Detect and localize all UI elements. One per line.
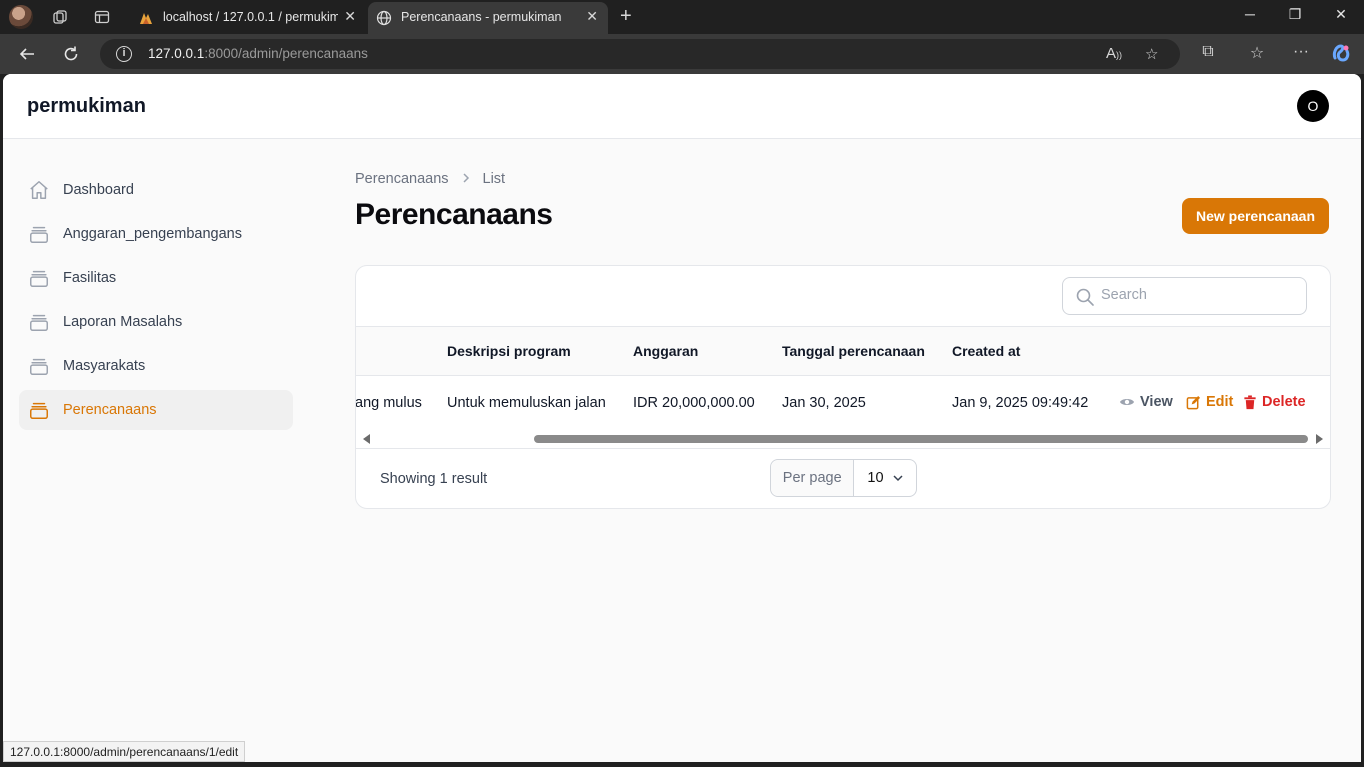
sidebar-item-masyarakats[interactable]: Masyarakats [19,346,293,386]
cell-created-at: Jan 9, 2025 09:49:42 [952,395,1089,411]
table-card: Deskripsi program Anggaran Tanggal peren… [355,265,1331,509]
table-row[interactable]: ang mulus Untuk memuluskan jalan IDR 20,… [355,376,1330,431]
table-footer: Showing 1 result Per page 10 [356,448,1330,508]
scrollbar-thumb[interactable] [534,435,1308,443]
pencil-square-icon [1186,395,1201,409]
favorites-icon[interactable]: ☆ [1246,43,1268,63]
site-info-icon[interactable]: i [116,46,132,62]
read-aloud-icon[interactable]: A)) [1106,45,1122,62]
window-close-icon[interactable]: ✕ [1331,6,1351,23]
browser-tab-bar: localhost / 127.0.0.1 / permukiman ✕ Per… [0,0,1364,34]
column-header-anggaran[interactable]: Anggaran [633,343,698,359]
sidebar-item-laporan-masalahs[interactable]: Laporan Masalahs [19,302,293,342]
address-bar[interactable]: i 127.0.0.1:8000/admin/perencanaans A)) … [100,39,1180,69]
per-page-label: Per page [771,460,855,496]
cell-nama-program: ang mulus [355,395,422,411]
app-page: permukiman O Dashboard Anggaran_pengemba… [3,74,1361,762]
table-header: Deskripsi program Anggaran Tanggal peren… [356,326,1330,376]
browser-toolbar: i 127.0.0.1:8000/admin/perencanaans A)) … [0,34,1364,74]
sidebar-item-anggaran-pengembangans[interactable]: Anggaran_pengembangans [19,214,293,254]
new-perencanaan-button[interactable]: New perencanaan [1182,198,1329,234]
sidebar-item-label: Dashboard [63,182,134,198]
collection-icon [30,270,48,287]
column-header-created-at[interactable]: Created at [952,343,1020,359]
scroll-left-arrow-icon[interactable] [363,434,370,444]
collection-icon [30,358,48,375]
user-avatar[interactable]: O [1297,90,1329,122]
scroll-right-arrow-icon[interactable] [1316,434,1323,444]
status-bar-url: 127.0.0.1:8000/admin/perencanaans/1/edit [3,741,246,762]
edit-label: Edit [1206,394,1234,410]
sidebar: Dashboard Anggaran_pengembangans Fasilit… [19,170,293,434]
delete-action[interactable]: Delete [1243,394,1306,410]
collection-icon [30,226,48,243]
globe-icon [376,10,392,26]
more-options-icon[interactable]: ··· [1290,43,1312,61]
sidebar-item-fasilitas[interactable]: Fasilitas [19,258,293,298]
sidebar-item-dashboard[interactable]: Dashboard [19,170,293,210]
tab-phpmyadmin[interactable]: localhost / 127.0.0.1 / permukiman ✕ [130,2,366,34]
results-count: Showing 1 result [380,471,488,487]
cell-anggaran: IDR 20,000,000.00 [633,395,755,411]
horizontal-scrollbar[interactable] [356,431,1330,448]
tab-title: localhost / 127.0.0.1 / permukiman [163,10,338,24]
per-page-select[interactable]: Per page 10 [770,459,917,497]
tab-actions-icon[interactable] [94,9,110,25]
minimize-icon[interactable]: ─ [1240,6,1260,22]
column-header-deskripsi-program[interactable]: Deskripsi program [447,343,571,359]
tab-title: Perencanaans - permukiman [401,10,562,24]
home-icon [30,181,48,199]
column-header-tanggal-perencanaan[interactable]: Tanggal perencanaan [782,343,925,359]
edit-action[interactable]: Edit [1186,394,1233,410]
sidebar-item-label: Fasilitas [63,270,117,286]
view-action[interactable]: View [1119,394,1173,410]
url-text[interactable]: 127.0.0.1:8000/admin/perencanaans [148,46,368,61]
phpmyadmin-favicon-icon [140,13,152,24]
cell-tanggal-perencanaan: Jan 30, 2025 [782,395,866,411]
page-title: Perencanaans [355,198,553,231]
copilot-icon[interactable] [1330,43,1352,68]
search-input[interactable] [1101,287,1291,303]
extensions-icon[interactable]: ⧉ [1197,43,1219,61]
chevron-right-icon [461,172,471,187]
new-tab-icon[interactable]: + [620,5,632,28]
delete-label: Delete [1262,394,1306,410]
sidebar-item-label: Masyarakats [63,358,146,374]
workspaces-icon[interactable] [52,9,68,25]
tab-perencanaans[interactable]: Perencanaans - permukiman ✕ [368,2,608,34]
per-page-dropdown[interactable]: 10 [854,460,916,496]
tab-close-icon[interactable]: ✕ [344,8,356,25]
chevron-down-icon [893,475,903,482]
breadcrumb-current: List [482,171,506,187]
tab-close-icon[interactable]: ✕ [586,8,598,25]
collection-icon [30,314,48,331]
restore-icon[interactable]: ❐ [1285,6,1305,23]
back-icon[interactable] [17,44,37,64]
sidebar-item-label: Anggaran_pengembangans [63,226,242,242]
cell-deskripsi-program: Untuk memuluskan jalan [447,395,606,411]
sidebar-item-perencanaans[interactable]: Perencanaans [19,390,293,430]
app-topbar: permukiman O [3,74,1361,139]
favorite-star-icon[interactable]: ☆ [1145,45,1158,63]
view-label: View [1140,394,1173,410]
per-page-value: 10 [867,470,884,486]
refresh-icon[interactable] [61,44,81,64]
sidebar-item-label: Laporan Masalahs [63,314,183,330]
sidebar-item-label: Perencanaans [63,402,157,418]
trash-icon [1244,394,1256,409]
eye-icon [1120,399,1134,405]
search-field[interactable] [1062,277,1307,315]
breadcrumb: Perencanaans List [355,171,505,187]
profile-avatar[interactable] [9,5,33,29]
collection-icon [30,402,48,419]
breadcrumb-link-perencanaans[interactable]: Perencanaans [355,171,449,187]
app-brand[interactable]: permukiman [27,95,146,118]
search-icon [1076,288,1094,306]
